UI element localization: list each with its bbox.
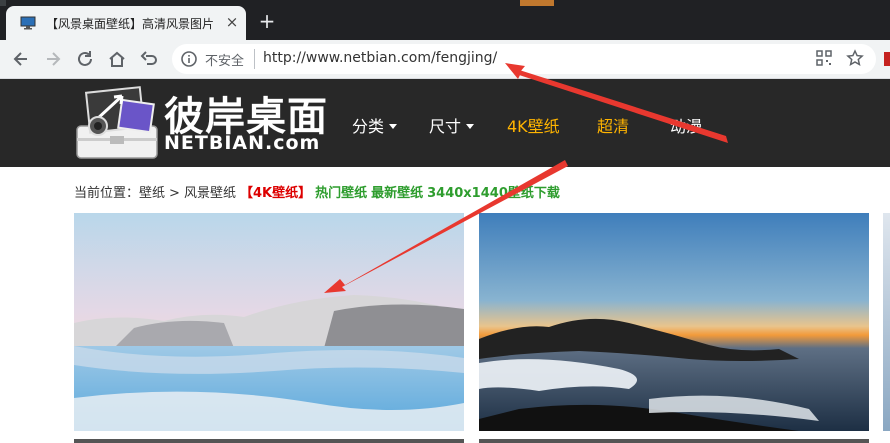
undo-icon[interactable]	[138, 48, 160, 70]
background-tab-accent[interactable]	[520, 0, 554, 6]
nav-4k-link[interactable]: 4K壁纸	[507, 113, 560, 137]
extension-icon[interactable]	[884, 52, 890, 66]
logo-english-text[interactable]: NETBIAN.com	[164, 132, 320, 154]
breadcrumb-ultrawide-link[interactable]: 3440x1440壁纸下载	[427, 186, 560, 201]
security-status-label[interactable]: 不安全	[205, 50, 244, 69]
omnibox-separator	[254, 49, 255, 69]
nav-anime-link[interactable]: 动漫	[670, 113, 702, 137]
url-text[interactable]: http://www.netbian.com/fengjing/	[263, 50, 497, 66]
partial-image	[883, 213, 890, 431]
nav-category-menu[interactable]: 分类	[352, 113, 398, 137]
breadcrumb-separator: >	[169, 186, 180, 201]
forward-arrow-icon[interactable]	[42, 48, 64, 70]
dunes-image	[74, 213, 464, 431]
wallpaper-thumb-partial[interactable]	[883, 213, 890, 431]
close-tab-icon[interactable]: ×	[224, 14, 240, 30]
breadcrumb-current: 风景壁纸	[183, 186, 236, 201]
breadcrumb-4k-tag[interactable]: 【4K壁纸】	[240, 186, 311, 201]
new-tab-button[interactable]: +	[256, 10, 278, 32]
wallpaper-row2-thumb-1[interactable]	[74, 439, 464, 443]
nav-size-menu[interactable]: 尺寸	[429, 113, 475, 137]
sunset-image	[479, 213, 869, 431]
bookmark-star-icon[interactable]	[846, 49, 864, 67]
breadcrumb-latest-link[interactable]: 最新壁纸	[371, 186, 423, 201]
wallpaper-thumb-dunes[interactable]	[74, 213, 464, 431]
reload-icon[interactable]	[74, 48, 96, 70]
window-edge	[0, 0, 6, 6]
wallpaper-row2-thumb-2[interactable]	[479, 439, 869, 443]
wallpaper-thumb-sunset[interactable]	[479, 213, 869, 431]
info-icon[interactable]	[180, 50, 198, 68]
breadcrumb-prefix: 当前位置：	[74, 186, 140, 201]
back-arrow-icon[interactable]	[10, 48, 32, 70]
nav-size-label: 尺寸	[429, 117, 462, 136]
breadcrumb: 当前位置：壁纸 > 风景壁纸 【4K壁纸】 热门壁纸 最新壁纸 3440x1440壁纸下载	[74, 182, 564, 201]
monitor-favicon-icon	[20, 16, 36, 30]
chevron-down-icon	[466, 124, 475, 129]
nav-category-label: 分类	[352, 117, 385, 136]
tab-title: 【风景桌面壁纸】高清风景图片	[46, 17, 215, 31]
qr-code-icon[interactable]	[816, 50, 832, 66]
active-tab[interactable]: 【风景桌面壁纸】高清风景图片 ×	[6, 6, 246, 40]
breadcrumb-home-link[interactable]: 壁纸	[139, 186, 165, 201]
netbian-logo-icon[interactable]	[74, 86, 160, 160]
chevron-down-icon	[389, 124, 398, 129]
breadcrumb-hot-link[interactable]: 热门壁纸	[315, 186, 367, 201]
home-icon[interactable]	[106, 48, 128, 70]
nav-hd-link[interactable]: 超清	[597, 113, 629, 137]
